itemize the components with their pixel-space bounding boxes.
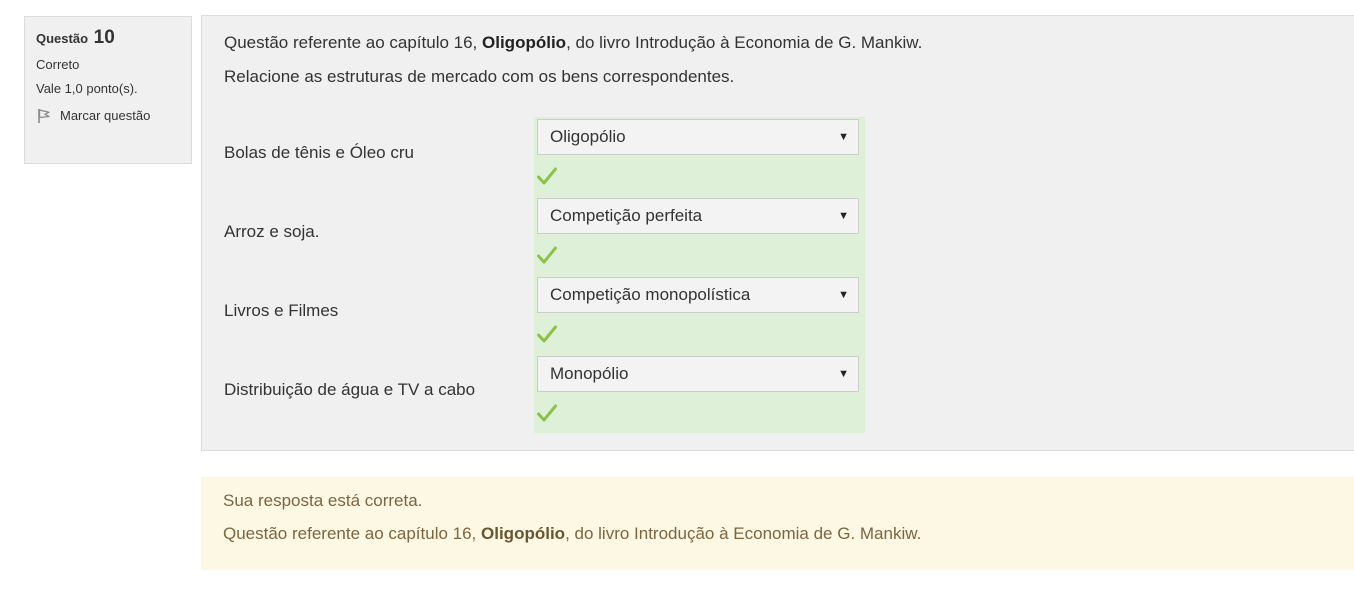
- question-instruction: Relacione as estruturas de mercado com o…: [224, 67, 735, 86]
- answer-select-value: Monopólio: [550, 364, 629, 383]
- dropdown-arrow-icon: ▼: [838, 131, 849, 143]
- correct-check-icon: [537, 246, 557, 264]
- match-label: Bolas de tênis e Óleo cru: [224, 143, 414, 162]
- question-number-value: 10: [93, 27, 115, 48]
- question-text: Questão referente ao capítulo 16, Oligop…: [224, 33, 922, 101]
- question-content: Questão referente ao capítulo 16, Oligop…: [201, 15, 1354, 451]
- question-intro-bold: Oligopólio: [482, 33, 567, 52]
- question-number-label: Questão: [36, 31, 89, 46]
- flag-question-label: Marcar questão: [60, 108, 151, 123]
- feedback-result: Sua resposta está correta.: [223, 491, 423, 510]
- answer-select-value: Competição monopolística: [550, 285, 751, 304]
- answer-cell: Competição monopolística ▼: [534, 275, 865, 354]
- answer-select[interactable]: Oligopólio ▼: [537, 119, 859, 155]
- question-page: Questão 10 Correto Vale 1,0 ponto(s). Ma…: [0, 0, 1354, 606]
- answer-cell: Competição perfeita ▼: [534, 196, 865, 275]
- flag-question-button[interactable]: Marcar questão: [36, 108, 180, 124]
- answer-cell: Oligopólio ▼: [534, 117, 865, 196]
- answer-select-value: Competição perfeita: [550, 206, 703, 225]
- answer-select[interactable]: Competição monopolística ▼: [537, 277, 859, 313]
- correct-check-icon: [537, 325, 557, 343]
- question-intro: Questão referente ao capítulo 16, Oligop…: [224, 33, 922, 53]
- answer-select[interactable]: Competição perfeita ▼: [537, 198, 859, 234]
- dropdown-arrow-icon: ▼: [838, 289, 849, 301]
- question-state: Correto: [36, 57, 80, 72]
- feedback-general: Questão referente ao capítulo 16, Oligop…: [223, 524, 1332, 544]
- match-label: Distribuição de água e TV a cabo: [224, 380, 476, 399]
- question-intro-before: Questão referente ao capítulo 16,: [224, 33, 483, 52]
- dropdown-arrow-icon: ▼: [838, 368, 849, 380]
- question-info: Questão 10 Correto Vale 1,0 ponto(s). Ma…: [24, 16, 192, 164]
- feedback-general-after: , do livro Introdução à Economia de G. M…: [565, 524, 922, 543]
- feedback-general-bold: Oligopólio: [481, 524, 566, 543]
- dropdown-arrow-icon: ▼: [838, 210, 849, 222]
- feedback-general-before: Questão referente ao capítulo 16,: [223, 524, 482, 543]
- match-label: Livros e Filmes: [224, 301, 339, 320]
- correct-check-icon: [537, 404, 557, 422]
- answer-cell: Monopólio ▼: [534, 354, 865, 433]
- correct-check-icon: [537, 167, 557, 185]
- flag-icon: [38, 109, 50, 123]
- question-grade: Vale 1,0 ponto(s).: [36, 81, 138, 96]
- match-label: Arroz e soja.: [224, 222, 320, 241]
- feedback-box: Sua resposta está correta. Questão refer…: [201, 477, 1354, 570]
- answer-select-value: Oligopólio: [550, 127, 626, 146]
- answer-select[interactable]: Monopólio ▼: [537, 356, 859, 392]
- question-intro-after: , do livro Introdução à Economia de G. M…: [566, 33, 923, 52]
- question-number: Questão 10: [36, 27, 180, 50]
